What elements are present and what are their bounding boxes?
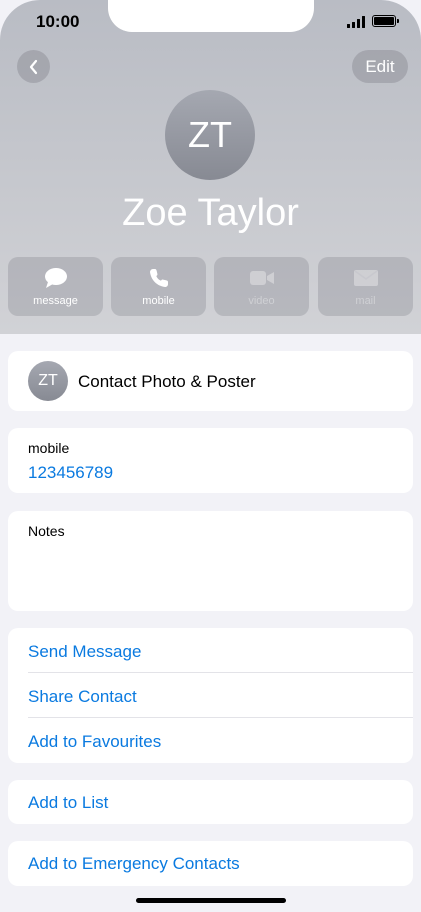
contact-screen: 10:00 Edit ZT Zoe Taylor message mobile … (0, 0, 421, 912)
signal-icon (347, 16, 365, 28)
mail-action-button[interactable]: mail (318, 257, 413, 316)
home-indicator (136, 898, 286, 903)
phone-icon (149, 269, 168, 287)
add-to-list-card: Add to List (8, 780, 413, 824)
edit-button[interactable]: Edit (352, 50, 408, 83)
share-contact-link[interactable]: Share Contact (28, 687, 137, 707)
contact-header: 10:00 Edit ZT Zoe Taylor message mobile … (0, 0, 421, 334)
add-to-list-link[interactable]: Add to List (28, 793, 108, 813)
video-action-button[interactable]: video (214, 257, 309, 316)
phone-number-link[interactable]: 123456789 (28, 463, 113, 483)
add-to-favourites-link[interactable]: Add to Favourites (28, 732, 161, 752)
battery-icon (372, 15, 399, 27)
emergency-card: Add to Emergency Contacts (8, 841, 413, 886)
phone-label: mobile (28, 440, 70, 456)
mobile-action-button[interactable]: mobile (111, 257, 206, 316)
notes-card[interactable]: Notes (8, 511, 413, 611)
message-action-label: message (33, 295, 78, 307)
device-notch (108, 0, 314, 32)
contact-photo-poster-row[interactable]: ZT Contact Photo & Poster (8, 351, 413, 411)
actions-list-card: Send Message Share Contact Add to Favour… (8, 628, 413, 763)
notes-label: Notes (28, 523, 65, 539)
contact-name: Zoe Taylor (122, 192, 299, 234)
video-icon (249, 271, 274, 285)
mobile-action-label: mobile (142, 295, 175, 307)
mail-action-label: mail (355, 295, 376, 307)
phone-card: mobile 123456789 (8, 428, 413, 493)
quick-actions: message mobile video mail (8, 257, 413, 316)
message-icon (44, 268, 67, 288)
mail-icon (353, 270, 378, 286)
video-action-label: video (248, 295, 275, 307)
divider (28, 717, 413, 718)
contact-photo-poster-label: Contact Photo & Poster (78, 372, 256, 391)
chevron-left-icon (29, 59, 37, 74)
status-time: 10:00 (36, 12, 80, 31)
add-to-emergency-contacts-link[interactable]: Add to Emergency Contacts (28, 854, 240, 874)
contact-avatar: ZT (165, 90, 255, 180)
divider (28, 672, 413, 673)
back-button[interactable] (17, 50, 50, 83)
send-message-link[interactable]: Send Message (28, 642, 141, 662)
message-action-button[interactable]: message (8, 257, 103, 316)
poster-avatar: ZT (28, 361, 68, 401)
